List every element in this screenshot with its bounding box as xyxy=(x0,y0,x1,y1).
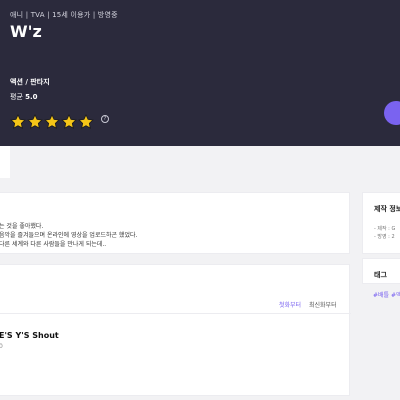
episode-number: 0 xyxy=(0,343,3,350)
episode-title[interactable]: E'S Y'S Shout xyxy=(0,331,59,340)
description-card: 는 것을 좋아했다. 음악을 즐겨들으며 온라인에 영상을 업로드하곤 했었다.… xyxy=(0,192,350,254)
production-row: - 방영 : 2 xyxy=(374,234,395,240)
hero-edge xyxy=(0,146,10,178)
content-meta: 애니 | TVA | 15세 이용가 | 방영중 xyxy=(10,11,118,19)
production-row: - 제작 : G xyxy=(374,226,396,232)
star-icon[interactable] xyxy=(44,114,60,130)
average-rating: 평균 5.0 xyxy=(10,92,38,102)
production-info-title: 제작 정보 xyxy=(374,205,400,213)
info-icon[interactable]: ? xyxy=(101,115,109,123)
title-hero: 애니 | TVA | 15세 이용가 | 방영중 W'z 액션 / 판타지 평균… xyxy=(0,0,400,146)
star-icon[interactable] xyxy=(61,114,77,130)
divider xyxy=(0,313,351,314)
description-line: 음악을 즐겨들으며 온라인에 영상을 업로드하곤 했었다. xyxy=(0,232,138,239)
average-rating-value: 5.0 xyxy=(25,93,38,101)
star-rating[interactable]: ? xyxy=(10,114,109,130)
tag-link[interactable]: #배틀 #액 xyxy=(373,290,400,299)
description-line: 다른 세계와 다른 사람들을 만나게 되는데.. xyxy=(0,241,107,248)
sort-latest-episode-tab[interactable]: 최신화부터 xyxy=(309,300,337,309)
page-title: W'z xyxy=(10,22,42,41)
tags-card: 태그 #배틀 #액 xyxy=(362,258,400,299)
description-line: 는 것을 좋아했다. xyxy=(0,223,44,230)
genre-label: 액션 / 판타지 xyxy=(10,78,50,86)
star-icon[interactable] xyxy=(78,114,94,130)
episodes-card: 첫화부터 최신화부터 E'S Y'S Shout 0 xyxy=(0,264,351,396)
production-info-card: 제작 정보 - 제작 : G - 방영 : 2 xyxy=(362,192,400,254)
average-rating-label: 평균 xyxy=(10,93,23,101)
tags-title: 태그 xyxy=(374,271,387,279)
star-icon[interactable] xyxy=(10,114,26,130)
sort-first-episode-tab[interactable]: 첫화부터 xyxy=(279,300,301,309)
star-icon[interactable] xyxy=(27,114,43,130)
action-button[interactable] xyxy=(384,101,400,125)
